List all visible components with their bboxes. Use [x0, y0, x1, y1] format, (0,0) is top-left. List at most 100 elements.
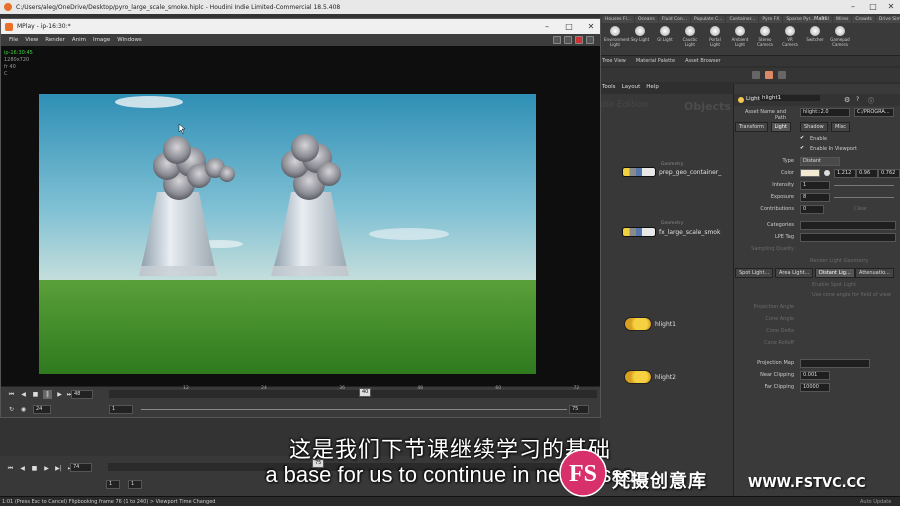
shelf-tab[interactable]: Fluid Con... [658, 16, 691, 23]
maximize-icon[interactable]: □ [866, 0, 880, 14]
network-header-item[interactable]: Material Palette [636, 58, 675, 64]
mplay-range-end[interactable]: 75 [569, 405, 589, 414]
intensity-slider[interactable] [834, 185, 894, 186]
shelf-tab[interactable]: Crowds [852, 16, 875, 23]
color-b-field[interactable]: 0.762 [878, 169, 900, 178]
shelf-tab[interactable]: Houses Fl... [602, 16, 635, 23]
asset-field[interactable]: hlight::2.0 [800, 108, 850, 117]
network-path-icon[interactable] [752, 71, 760, 79]
mplay-frame-field[interactable]: 48 [71, 390, 93, 399]
node-fx-large-scale-smoke[interactable]: fx_large_scale_smok [622, 227, 720, 237]
mplay-menu-image[interactable]: Image [93, 37, 110, 43]
mplay-menu-render[interactable]: Render [45, 37, 65, 43]
param-subtab[interactable]: Distant Lig... [815, 268, 855, 278]
shelf-tab[interactable]: Oceans [635, 16, 658, 23]
mplay-menu-anim[interactable]: Anim [72, 37, 86, 43]
shelf-tab[interactable]: Sparse Pyr... [783, 16, 818, 23]
mplay-frame-marker[interactable]: 40 [359, 388, 371, 397]
shelf-tool[interactable]: Switcher [804, 26, 826, 47]
contributions-field[interactable]: 0 [800, 205, 824, 214]
sampling-row: Sampling Quality [734, 244, 900, 255]
param-subtab[interactable]: Attenuatio... [855, 268, 894, 278]
shelf-tool[interactable]: VR Camera [779, 26, 801, 47]
network-tool-icon[interactable] [778, 71, 786, 79]
shelf-tool[interactable]: Ambient Light [729, 26, 751, 47]
shelf-tool[interactable]: Stereo Camera [754, 26, 776, 47]
color-picker-icon[interactable] [824, 170, 830, 176]
exposure-slider[interactable] [834, 197, 894, 198]
contributions-clear-button[interactable]: Clear [854, 206, 867, 212]
lock-icon[interactable] [586, 36, 594, 44]
projection-map-field[interactable] [800, 359, 870, 368]
mplay-jump-start-icon[interactable]: ⏮ [7, 390, 16, 399]
network-menu-help[interactable]: Help [646, 84, 659, 94]
mplay-pause-icon[interactable]: ‖ [43, 390, 52, 399]
param-subtab[interactable]: Spot Light... [735, 268, 774, 278]
network-header-item[interactable]: Asset Browser [685, 58, 721, 64]
color-g-field[interactable]: 0.96 [856, 169, 878, 178]
shelf-tab[interactable]: Container... [726, 16, 759, 23]
shelf-tab[interactable]: Drive Sim... [875, 16, 900, 23]
layout-icon[interactable] [564, 36, 572, 44]
asset-path-field[interactable]: C:/PROGRA... [854, 108, 894, 117]
shelf-tool[interactable]: Gamepad Camera [829, 26, 851, 47]
info-icon[interactable]: ⓘ [868, 96, 874, 105]
shelf-tool[interactable]: Sky Light [629, 26, 651, 47]
enable-viewport-checkbox[interactable]: ✔ [800, 145, 804, 151]
mplay-realtime-icon[interactable]: ◉ [19, 405, 28, 414]
mplay-menu-file[interactable]: File [9, 37, 18, 43]
mplay-range-bar[interactable] [141, 409, 567, 410]
mplay-minimize-icon[interactable]: – [537, 19, 557, 34]
mplay-close-icon[interactable]: ✕ [581, 19, 601, 34]
shelf-tool[interactable]: Environment Light [604, 26, 630, 47]
mplay-range-start[interactable]: 1 [109, 405, 133, 414]
exposure-field[interactable]: 8 [800, 193, 830, 202]
far-clip-field[interactable]: 10000 [800, 383, 830, 392]
shelf-tab[interactable]: Wires [832, 16, 852, 23]
node-hlight2[interactable]: hlight2 [624, 370, 676, 384]
desktop-label[interactable]: Main [814, 16, 826, 22]
type-dropdown[interactable]: Distant [800, 157, 840, 166]
param-tab-light[interactable]: Light [770, 122, 791, 132]
shelf-tool[interactable]: Portal Light [704, 26, 726, 47]
mplay-stop-icon[interactable]: ■ [31, 390, 40, 399]
color-r-field[interactable]: 1.212 [834, 169, 856, 178]
status-right[interactable]: Auto Update [860, 497, 891, 506]
enable-checkbox[interactable]: ✔ [800, 135, 804, 141]
mplay-maximize-icon[interactable]: □ [559, 19, 579, 34]
shelf-tab[interactable]: Populate C... [691, 16, 726, 23]
param-tab-misc[interactable]: Misc [831, 122, 851, 132]
pin-icon[interactable] [575, 36, 583, 44]
lpe-field[interactable] [800, 233, 896, 242]
mplay-step-back-icon[interactable]: ◀ [19, 390, 28, 399]
snapshot-icon[interactable] [553, 36, 561, 44]
mplay-menu-view[interactable]: View [25, 37, 38, 43]
mplay-menu-windows[interactable]: Windows [117, 37, 142, 43]
network-flag-icon[interactable] [765, 71, 773, 79]
network-header-item[interactable]: Tree View [602, 58, 626, 64]
param-node-name[interactable]: hlight1 [760, 95, 820, 101]
network-menu-layout[interactable]: Layout [622, 84, 641, 94]
param-tab-shadow[interactable]: Shadow [800, 122, 828, 132]
color-swatch[interactable] [800, 169, 820, 177]
minimize-icon[interactable]: – [846, 0, 860, 14]
categories-field[interactable] [800, 221, 896, 230]
mplay-viewport[interactable]: ip-16:30:45 1280x720 fr 40 C [1, 46, 600, 386]
mplay-play-icon[interactable]: ▶ [55, 390, 64, 399]
shelf-tool[interactable]: Caustic Light [679, 26, 701, 47]
mplay-fps-field[interactable]: 24 [33, 405, 51, 414]
close-icon[interactable]: ✕ [884, 0, 898, 14]
gear-icon[interactable]: ⚙ [844, 96, 850, 104]
near-clip-field[interactable]: 0.001 [800, 371, 830, 380]
param-subtab[interactable]: Area Light... [775, 268, 814, 278]
network-menu-tools[interactable]: Tools [602, 84, 616, 94]
intensity-field[interactable]: 1 [800, 181, 830, 190]
node-hlight1[interactable]: hlight1 [624, 317, 676, 331]
mplay-loop-icon[interactable]: ↻ [7, 405, 16, 414]
shelf-tab[interactable]: Pyro FX [759, 16, 783, 23]
help-icon[interactable]: ? [856, 96, 859, 103]
shelf-tool[interactable]: GI Light [654, 26, 676, 47]
param-tab-transform[interactable]: Transform [735, 122, 768, 132]
node-prep-geo-container[interactable]: prep_geo_container_ [622, 167, 721, 177]
projection-map-row: Projection Map [734, 358, 900, 369]
